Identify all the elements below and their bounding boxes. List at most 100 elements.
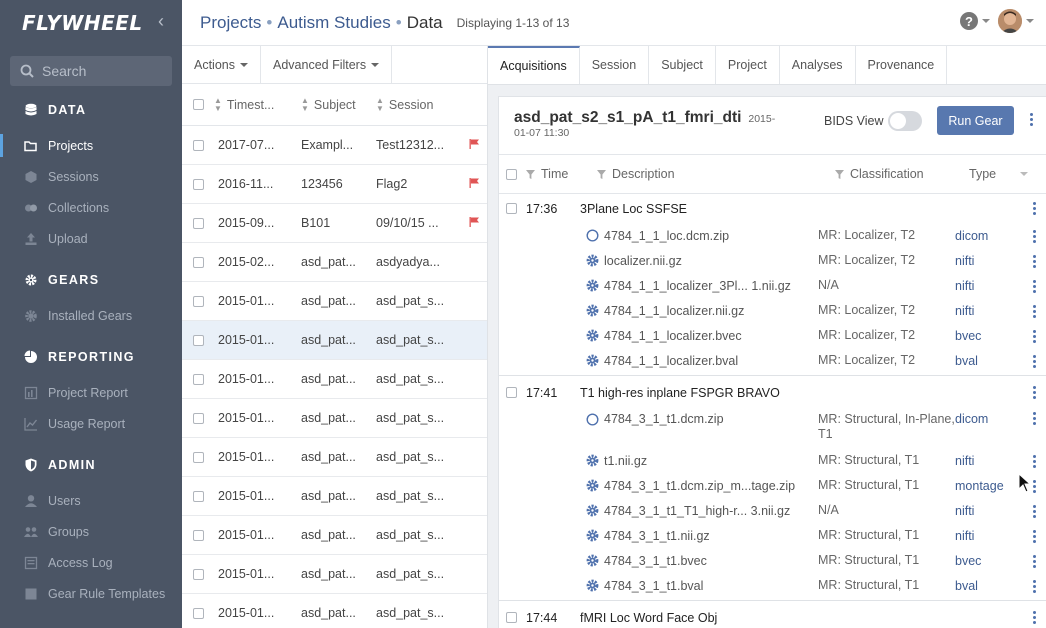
sidebar-item-sessions[interactable]: Sessions xyxy=(0,161,182,192)
more-options-icon[interactable] xyxy=(1029,202,1039,215)
sidebar-item-collections[interactable]: Collections xyxy=(0,192,182,223)
file-type[interactable]: bval xyxy=(955,354,1025,368)
file-type[interactable]: montage xyxy=(955,479,1025,493)
file-name[interactable]: 4784_3_1_t1.bvec xyxy=(586,554,818,568)
column-header-session[interactable]: ▲ ▼ Session xyxy=(376,96,462,113)
file-type[interactable]: nifti xyxy=(955,504,1025,518)
table-row[interactable]: 2015-01... asd_pat... asd_pat_s... xyxy=(182,321,487,360)
file-name[interactable]: 4784_3_1_t1.dcm.zip xyxy=(586,412,818,426)
more-options-icon[interactable] xyxy=(1029,280,1039,293)
file-row[interactable]: 4784_3_1_t1.dcm.zip MR: Structural, In-Pl… xyxy=(499,407,1046,448)
more-options-icon[interactable] xyxy=(1029,530,1039,543)
table-row[interactable]: 2017-07... Exampl... Test12312... xyxy=(182,126,487,165)
acquisition-checkbox[interactable] xyxy=(506,387,517,398)
tab-subject[interactable]: Subject xyxy=(649,46,716,84)
tab-session[interactable]: Session xyxy=(580,46,650,84)
tab-acquisitions[interactable]: Acquisitions xyxy=(488,46,580,84)
file-row[interactable]: 4784_3_1_t1_T1_high-r... 3.nii.gz N/A nift… xyxy=(499,498,1046,523)
row-checkbox[interactable] xyxy=(193,451,204,463)
row-checkbox[interactable] xyxy=(193,334,204,346)
more-options-icon[interactable] xyxy=(1029,355,1039,368)
flag-icon[interactable] xyxy=(469,139,479,149)
more-options-icon[interactable] xyxy=(1029,330,1039,343)
file-type[interactable]: nifti xyxy=(955,279,1025,293)
search-input[interactable] xyxy=(42,63,162,79)
file-row[interactable]: 4784_3_1_t1.bval MR: Structural, T1 bval xyxy=(499,573,1046,598)
file-name[interactable]: 4784_3_1_t1.nii.gz xyxy=(586,529,818,543)
file-row[interactable]: localizer.nii.gz MR: Localizer, T2 nifti xyxy=(499,248,1046,273)
file-type[interactable]: dicom xyxy=(955,229,1025,243)
file-name[interactable]: 4784_3_1_t1.dcm.zip_m...tage.zip xyxy=(586,479,818,493)
file-row[interactable]: 4784_1_1_loc.dcm.zip MR: Localizer, T2 dic… xyxy=(499,223,1046,248)
sidebar-item-groups[interactable]: Groups xyxy=(0,516,182,547)
file-name[interactable]: 4784_1_1_localizer.nii.gz xyxy=(586,304,818,318)
row-checkbox[interactable] xyxy=(193,178,204,190)
table-row[interactable]: 2015-01... asd_pat... asd_pat_s... xyxy=(182,282,487,321)
sidebar-item-gear-rule-templates[interactable]: Gear Rule Templates xyxy=(0,578,182,609)
table-row[interactable]: 2015-01... asd_pat... asd_pat_s... xyxy=(182,555,487,594)
acquisition-checkbox[interactable] xyxy=(506,612,517,623)
more-options-icon[interactable] xyxy=(1029,412,1039,425)
more-options-icon[interactable] xyxy=(1029,505,1039,518)
file-row[interactable]: 4784_3_1_t1.nii.gz MR: Structural, T1 nift… xyxy=(499,523,1046,548)
tab-provenance[interactable]: Provenance xyxy=(856,46,948,84)
file-row[interactable]: 4784_1_1_localizer.bval MR: Localizer, T2… xyxy=(499,348,1046,373)
select-all-acquisitions-checkbox[interactable] xyxy=(506,168,517,180)
acquisition-row[interactable]: 17:44 fMRI Loc Word Face Obj xyxy=(499,603,1046,628)
row-checkbox[interactable] xyxy=(193,607,204,619)
acquisition-row[interactable]: 17:36 3Plane Loc SSFSE xyxy=(499,194,1046,223)
file-type[interactable]: nifti xyxy=(955,254,1025,268)
more-options-icon[interactable] xyxy=(1026,113,1036,126)
sidebar-item-usage-report[interactable]: Usage Report xyxy=(0,408,182,439)
file-row[interactable]: 4784_1_1_localizer_3Pl... 1.nii.gz N/A nif… xyxy=(499,273,1046,298)
row-checkbox[interactable] xyxy=(193,256,204,268)
file-row[interactable]: 4784_3_1_t1.bvec MR: Structural, T1 bvec xyxy=(499,548,1046,573)
sidebar-item-users[interactable]: Users xyxy=(0,485,182,516)
tab-project[interactable]: Project xyxy=(716,46,780,84)
row-checkbox[interactable] xyxy=(193,412,204,424)
file-name[interactable]: 4784_1_1_localizer.bvec xyxy=(586,329,818,343)
user-menu[interactable] xyxy=(998,9,1034,33)
file-type[interactable]: nifti xyxy=(955,529,1025,543)
file-name[interactable]: 4784_1_1_localizer_3Pl... 1.nii.gz xyxy=(586,279,818,293)
sidebar-item-access-log[interactable]: Access Log xyxy=(0,547,182,578)
acquisition-row[interactable]: 17:41 T1 high-res inplane FSPGR BRAVO xyxy=(499,378,1046,407)
file-row[interactable]: 4784_1_1_localizer.bvec MR: Localizer, T2… xyxy=(499,323,1046,348)
table-row[interactable]: 2015-01... asd_pat... asd_pat_s... xyxy=(182,360,487,399)
more-options-icon[interactable] xyxy=(1029,580,1039,593)
search-box[interactable] xyxy=(10,56,172,86)
table-row[interactable]: 2015-02... asd_pat... asdyadya... xyxy=(182,243,487,282)
column-header-classification[interactable]: Classification xyxy=(835,167,969,181)
file-name[interactable]: 4784_1_1_localizer.bval xyxy=(586,354,818,368)
sidebar-item-upload[interactable]: Upload xyxy=(0,223,182,254)
row-checkbox[interactable] xyxy=(193,139,204,151)
bids-view-toggle[interactable] xyxy=(888,111,922,131)
table-row[interactable]: 2015-01... asd_pat... asd_pat_s... xyxy=(182,477,487,516)
table-row[interactable]: 2015-09... B101 09/10/15 ... xyxy=(182,204,487,243)
sidebar-item-project-report[interactable]: Project Report xyxy=(0,377,182,408)
sidebar-item-projects[interactable]: Projects xyxy=(0,130,182,161)
table-row[interactable]: 2015-01... asd_pat... asd_pat_s... xyxy=(182,438,487,477)
actions-dropdown[interactable]: Actions xyxy=(182,46,261,83)
file-type[interactable]: bvec xyxy=(955,329,1025,343)
file-type[interactable]: bval xyxy=(955,579,1025,593)
column-header-timestamp[interactable]: ▲ ▼ Timest... xyxy=(214,96,297,113)
collapse-sidebar-icon[interactable]: ‹ xyxy=(158,11,164,32)
acquisition-checkbox[interactable] xyxy=(506,203,517,214)
breadcrumb-projects[interactable]: Projects xyxy=(200,13,261,33)
row-checkbox[interactable] xyxy=(193,373,204,385)
breadcrumb-project[interactable]: Autism Studies xyxy=(277,13,390,33)
flywheel-logo[interactable]: FLYWHEEL xyxy=(22,11,143,35)
file-row[interactable]: 4784_1_1_localizer.nii.gz MR: Localizer, … xyxy=(499,298,1046,323)
table-row[interactable]: 2015-01... asd_pat... asd_pat_s... xyxy=(182,516,487,555)
column-header-type[interactable]: Type xyxy=(969,167,1029,181)
file-type[interactable]: nifti xyxy=(955,454,1025,468)
file-name[interactable]: t1.nii.gz xyxy=(586,454,818,468)
file-row[interactable]: t1.nii.gz MR: Structural, T1 nifti xyxy=(499,448,1046,473)
table-row[interactable]: 2015-01... asd_pat... asd_pat_s... xyxy=(182,594,487,628)
file-name[interactable]: localizer.nii.gz xyxy=(586,254,818,268)
tab-analyses[interactable]: Analyses xyxy=(780,46,856,84)
row-checkbox[interactable] xyxy=(193,568,204,580)
more-options-icon[interactable] xyxy=(1029,611,1039,624)
file-type[interactable]: bvec xyxy=(955,554,1025,568)
